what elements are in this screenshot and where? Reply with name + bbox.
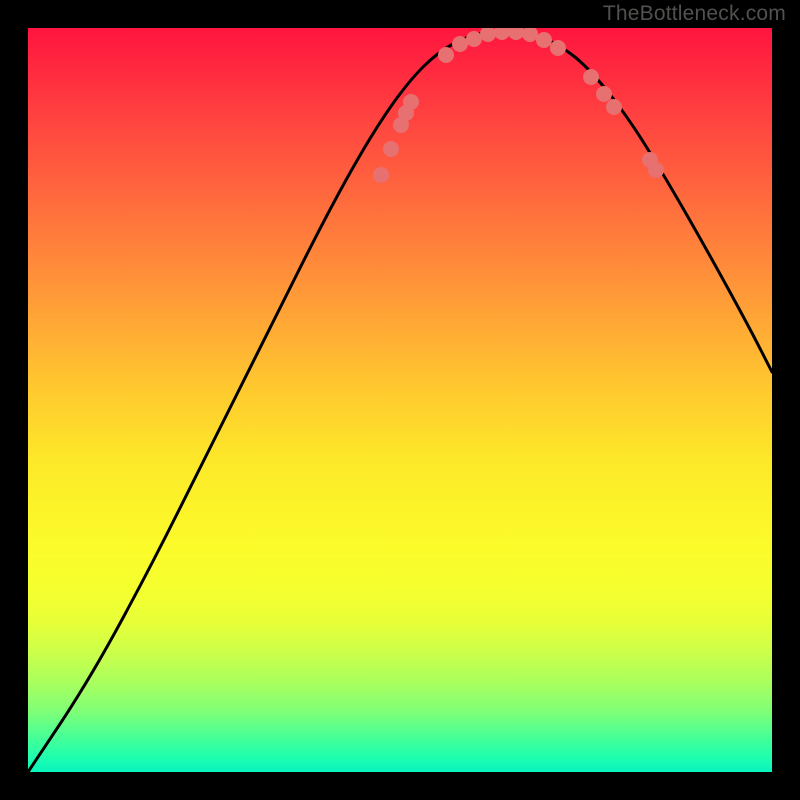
highlight-dot: [373, 167, 389, 183]
bottleneck-curve: [28, 31, 772, 772]
curve-layer: [28, 28, 772, 772]
highlight-dot: [648, 162, 664, 178]
highlight-dot: [550, 40, 566, 56]
chart-stage: TheBottleneck.com: [0, 0, 800, 800]
highlight-dot: [522, 28, 538, 42]
highlight-dot: [383, 141, 399, 157]
highlight-dot: [480, 28, 496, 42]
highlight-dot: [403, 94, 419, 110]
highlight-dot: [606, 99, 622, 115]
highlight-dot: [583, 69, 599, 85]
highlight-dot: [452, 36, 468, 52]
watermark-text: TheBottleneck.com: [603, 2, 786, 26]
highlight-dot: [508, 28, 524, 40]
highlight-dots: [373, 28, 664, 183]
highlight-dot: [466, 31, 482, 47]
highlight-dot: [536, 32, 552, 48]
highlight-dot: [494, 28, 510, 40]
highlight-dot: [596, 86, 612, 102]
highlight-dot: [438, 47, 454, 63]
